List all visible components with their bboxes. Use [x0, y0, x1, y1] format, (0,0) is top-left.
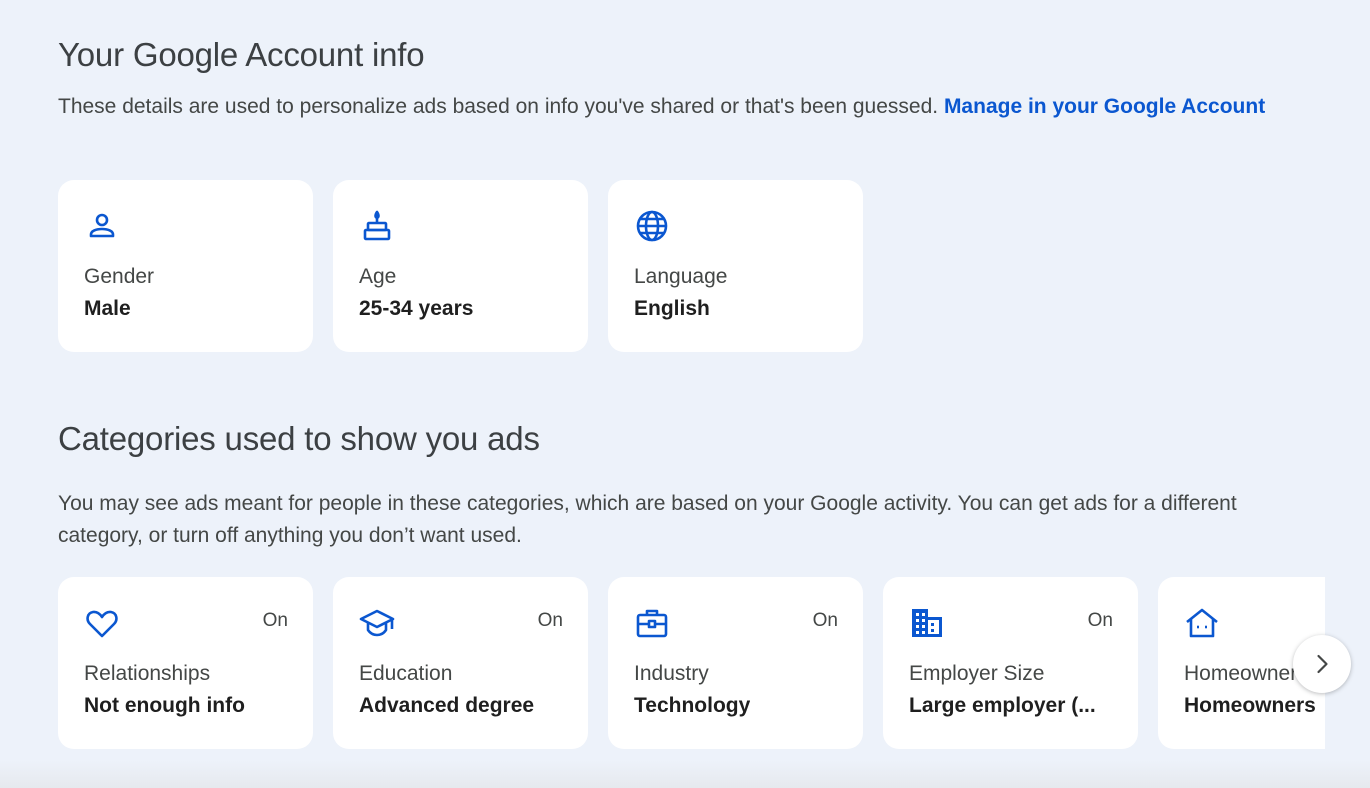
house-icon [1184, 605, 1220, 641]
category-value: Homeowners [1184, 694, 1316, 717]
person-icon [84, 208, 120, 244]
category-label: Employer Size [909, 662, 1045, 685]
category-label: Relationships [84, 662, 211, 685]
carousel-next-button[interactable] [1293, 635, 1351, 693]
building-icon [909, 605, 945, 641]
status-on: On [1087, 610, 1113, 631]
status-on: On [812, 610, 838, 631]
age-value: 25-34 years [359, 297, 474, 320]
categories-carousel: On Relationships Not enough info On Educ… [0, 577, 1325, 749]
category-card-industry[interactable]: On Industry Technology [608, 577, 863, 749]
language-label: Language [634, 265, 728, 288]
category-card-education[interactable]: On Education Advanced degree [333, 577, 588, 749]
manage-account-link[interactable]: Manage in your Google Account [944, 95, 1265, 118]
gender-value: Male [84, 297, 131, 320]
account-info-title: Your Google Account info [58, 36, 425, 73]
category-card-relationships[interactable]: On Relationships Not enough info [58, 577, 313, 749]
gender-label: Gender [84, 265, 155, 288]
age-card[interactable]: Age 25-34 years [333, 180, 588, 352]
category-card-employer-size[interactable]: On Employer Size Large employer (... [883, 577, 1138, 749]
category-value: Not enough info [84, 694, 245, 717]
language-value: English [634, 297, 710, 320]
language-card[interactable]: Language English [608, 180, 863, 352]
heart-icon [84, 605, 120, 641]
bottom-fade [0, 760, 1370, 788]
briefcase-icon [634, 605, 670, 641]
categories-description: You may see ads meant for people in thes… [58, 492, 1237, 547]
category-label: Industry [634, 662, 709, 685]
category-value: Large employer (... [909, 694, 1096, 717]
globe-icon [634, 208, 670, 244]
graduation-cap-icon [359, 605, 395, 641]
cake-icon [359, 208, 395, 244]
gender-card[interactable]: Gender Male [58, 180, 313, 352]
category-label: Education [359, 662, 453, 685]
age-label: Age [359, 265, 397, 288]
status-on: On [262, 610, 288, 631]
account-info-description: These details are used to personalize ad… [58, 91, 1288, 123]
ads-personalization-page: Your Google Account info These details a… [0, 0, 1370, 788]
categories-title: Categories used to show you ads [58, 420, 540, 457]
chevron-right-icon [1317, 654, 1328, 674]
account-info-description-text: These details are used to personalize ad… [58, 95, 939, 118]
category-value: Technology [634, 694, 751, 717]
status-on: On [537, 610, 563, 631]
category-value: Advanced degree [359, 694, 535, 717]
